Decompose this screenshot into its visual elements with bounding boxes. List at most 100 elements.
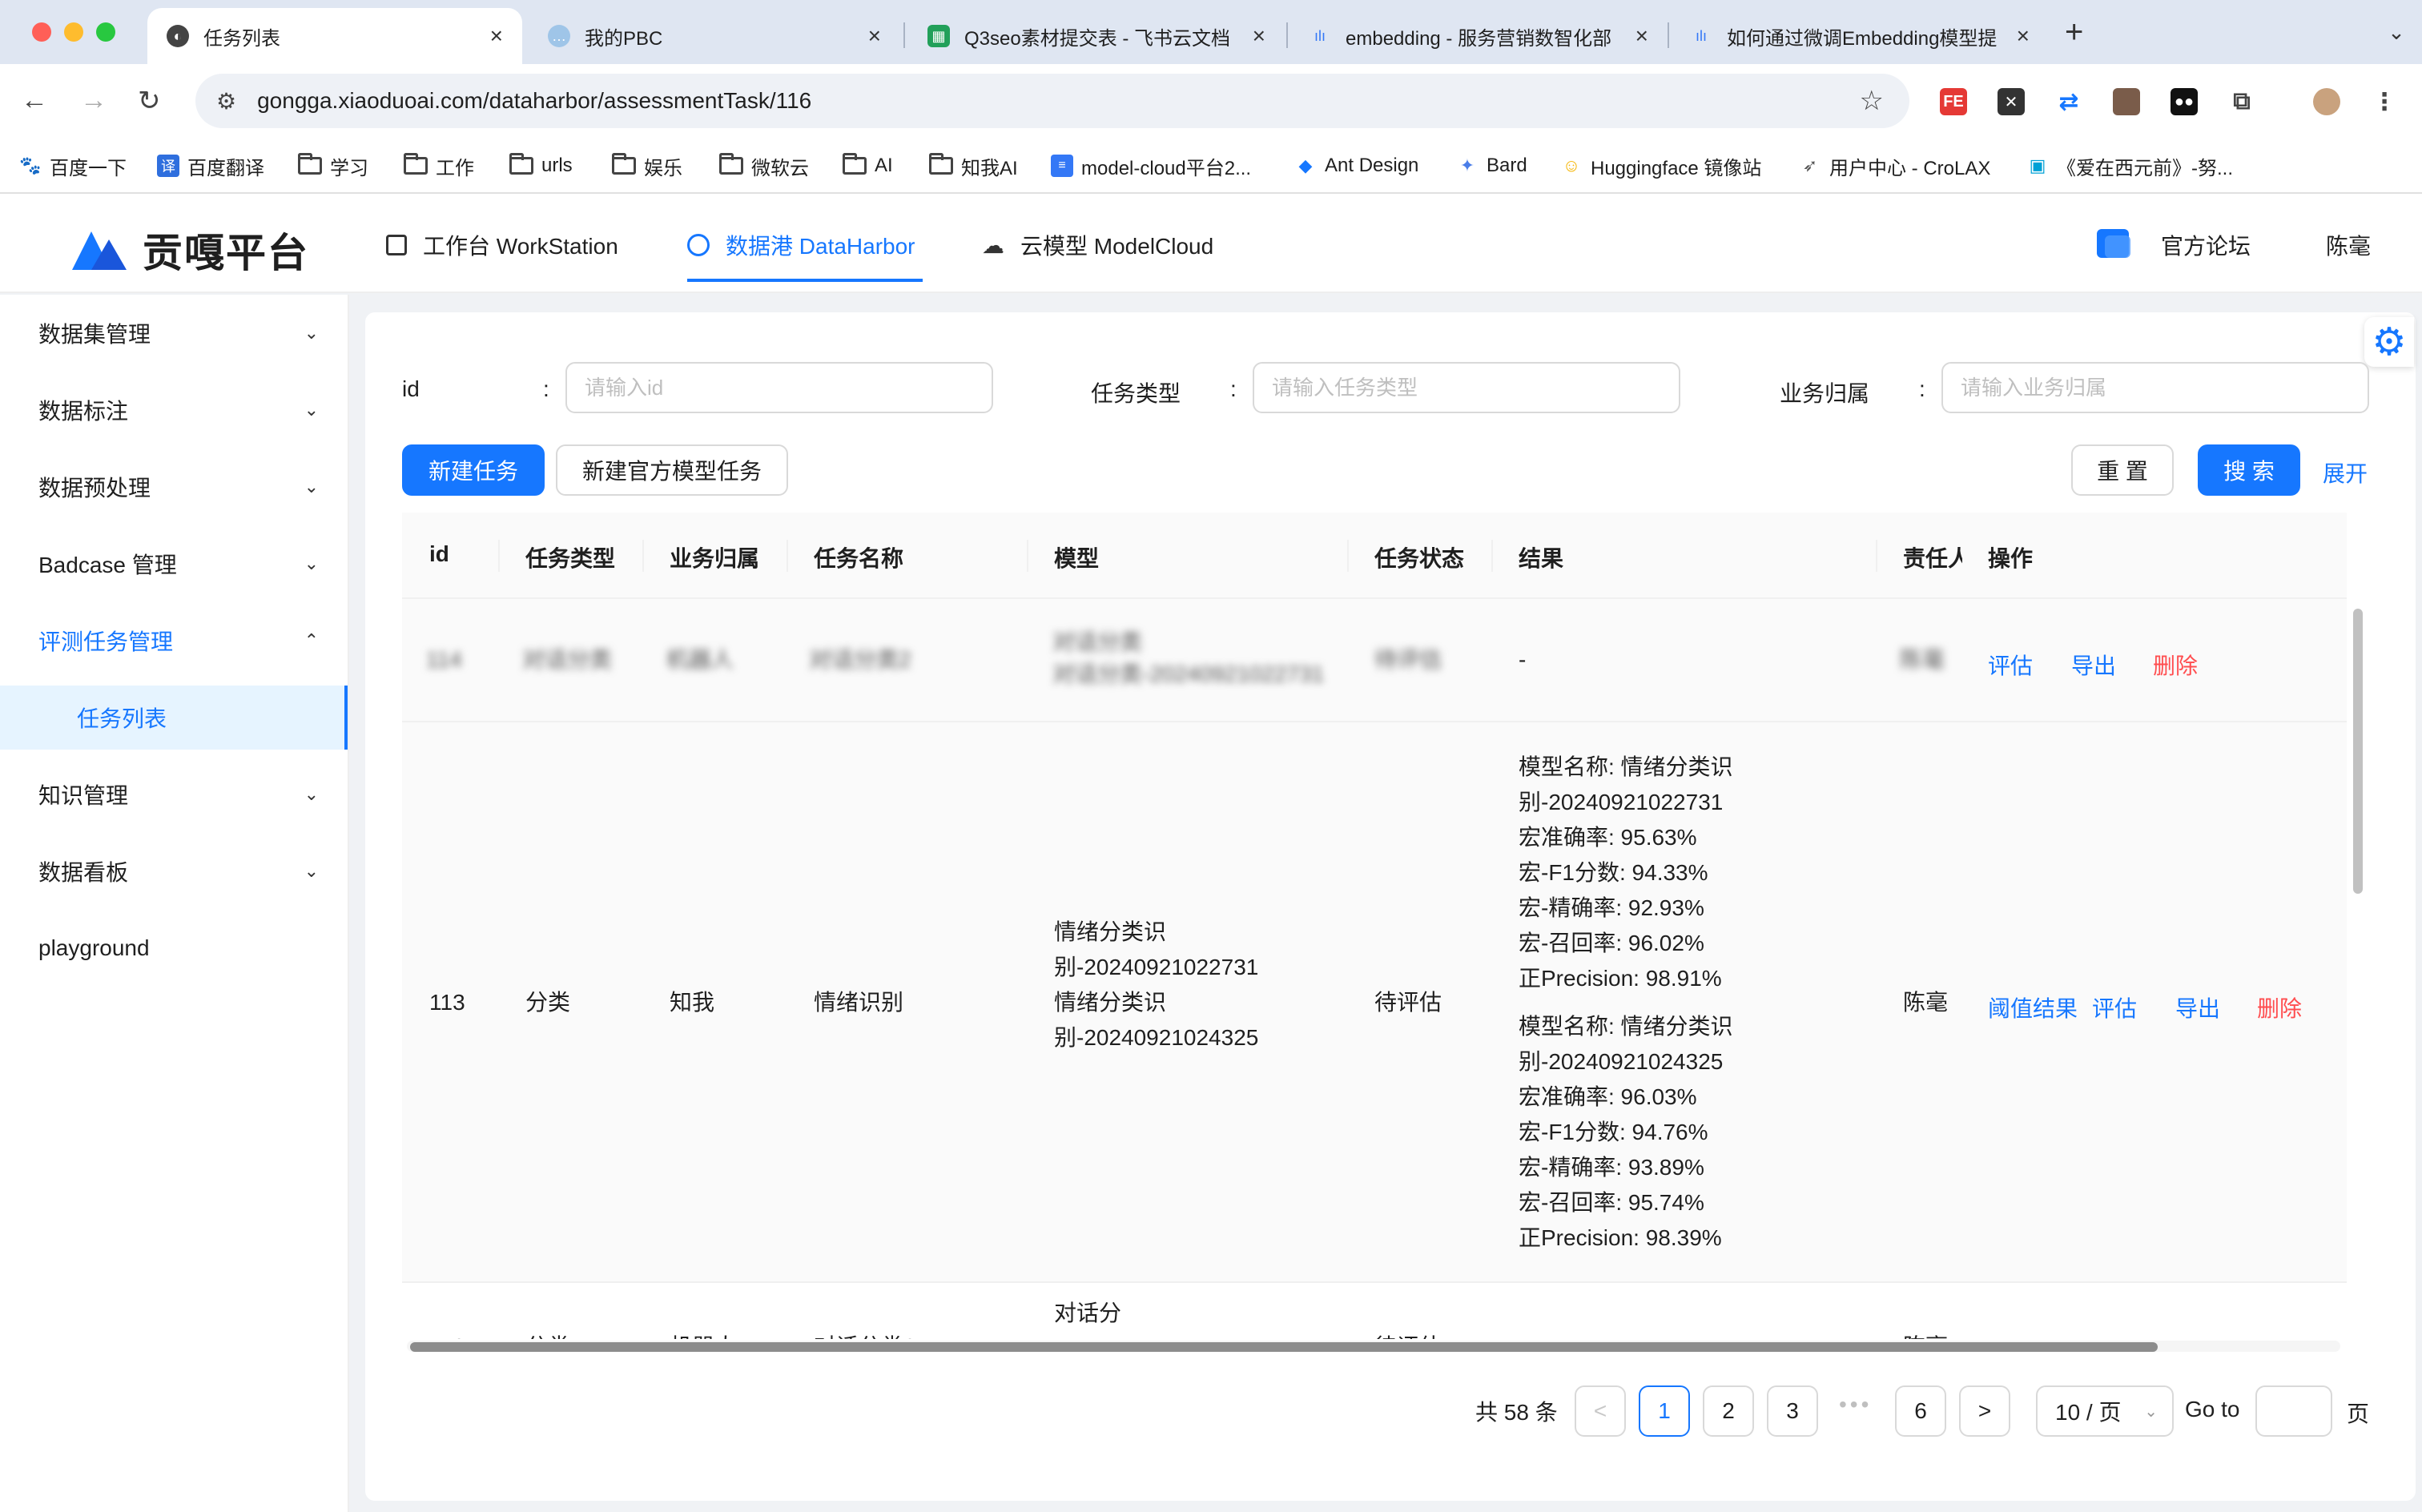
column-header[interactable]: 任务状态 xyxy=(1374,541,1464,573)
export-link[interactable]: 导出 xyxy=(2071,649,2116,681)
bookmark-folder[interactable]: 微软云 xyxy=(719,151,809,181)
column-header[interactable]: 结果 xyxy=(1519,541,1563,573)
page-1-button[interactable]: 1 xyxy=(1639,1385,1690,1437)
bookmark-item[interactable]: ➶ 用户中心 - CroLAX xyxy=(1799,151,1991,181)
sidebar-item-knowledge[interactable]: 知识管理 ⌄ xyxy=(0,756,348,833)
forward-icon[interactable]: → xyxy=(80,85,107,116)
table-vertical-scrollbar[interactable] xyxy=(2353,609,2363,894)
close-window-button[interactable] xyxy=(32,22,51,42)
site-info-icon[interactable]: ⚙ xyxy=(216,88,236,115)
back-icon[interactable]: ← xyxy=(21,85,48,116)
new-official-model-task-button[interactable]: 新建官方模型任务 xyxy=(556,444,788,496)
export-link[interactable]: 导出 xyxy=(2175,991,2220,1023)
page-3-button[interactable]: 3 xyxy=(1767,1385,1818,1437)
delete-link[interactable]: 删除 xyxy=(2257,991,2302,1023)
close-tab-icon[interactable]: × xyxy=(490,23,503,49)
browser-tab-active[interactable]: ◐ 任务列表 × xyxy=(147,8,522,64)
search-button[interactable]: 搜 索 xyxy=(2198,444,2300,496)
settings-gear-icon[interactable]: ⚙ xyxy=(2364,317,2414,367)
bookmark-item[interactable]: ✦ Bard xyxy=(1456,151,1527,181)
goto-page-input[interactable] xyxy=(2255,1385,2332,1437)
prev-page-button[interactable]: < xyxy=(1575,1385,1626,1437)
tab-search-icon[interactable]: ⌄ xyxy=(2376,11,2417,53)
task-type-input[interactable] xyxy=(1253,362,1680,413)
page-size-select[interactable]: 10 / 页 ⌄ xyxy=(2036,1385,2174,1437)
new-tab-icon[interactable]: + xyxy=(2065,14,2083,50)
pagination-ellipsis[interactable]: ••• xyxy=(1839,1392,1872,1418)
bookmark-folder[interactable]: 工作 xyxy=(404,151,474,181)
export-link[interactable]: 导出 xyxy=(2071,1334,2116,1339)
column-header[interactable]: 任务名称 xyxy=(814,541,903,573)
business-input[interactable] xyxy=(1941,362,2369,413)
new-task-button[interactable]: 新建任务 xyxy=(402,444,545,496)
maximize-window-button[interactable] xyxy=(96,22,115,42)
id-input[interactable] xyxy=(565,362,993,413)
extension-x-icon[interactable]: ✕ xyxy=(1998,88,2025,115)
forum-icon[interactable] xyxy=(2097,229,2130,258)
delete-link[interactable]: 删除 xyxy=(2153,1334,2198,1339)
browser-tab[interactable]: ılı 如何通过微调Embedding模型提 × xyxy=(1671,8,2049,64)
delete-link[interactable]: 删除 xyxy=(2153,649,2198,681)
column-header[interactable]: 业务归属 xyxy=(670,541,759,573)
sidebar-item-playground[interactable]: playground xyxy=(0,910,348,987)
profile-avatar[interactable] xyxy=(2313,88,2340,115)
close-tab-icon[interactable]: × xyxy=(868,23,881,49)
expand-filters-link[interactable]: 展开 xyxy=(2323,456,2368,489)
close-tab-icon[interactable]: × xyxy=(1253,23,1265,49)
browser-tab[interactable]: … 我的PBC × xyxy=(529,8,900,64)
bookmark-item[interactable]: 🐾 百度一下 xyxy=(19,151,127,181)
extensions-puzzle-icon[interactable]: ⧉ xyxy=(2228,88,2255,115)
browser-tab[interactable]: ılı embedding - 服务营销数智化部 × xyxy=(1289,8,1668,64)
sidebar-item-badcase[interactable]: Badcase 管理 ⌄ xyxy=(0,525,348,602)
bookmark-item[interactable]: 译百度翻译 xyxy=(157,151,264,181)
column-header[interactable]: id xyxy=(429,541,449,567)
minimize-window-button[interactable] xyxy=(64,22,83,42)
close-tab-icon[interactable]: × xyxy=(2017,23,2030,49)
bookmark-folder[interactable]: 知我AI xyxy=(929,151,1018,181)
forum-link[interactable]: 官方论坛 xyxy=(2161,229,2251,261)
table-horizontal-scrollbar[interactable] xyxy=(410,1342,2158,1352)
bookmark-folder[interactable]: AI xyxy=(843,151,893,181)
evaluate-link[interactable]: 评估 xyxy=(1988,649,2033,681)
column-header[interactable]: 责任人 xyxy=(1903,541,1962,573)
browser-menu-icon[interactable]: ⋮ xyxy=(2371,88,2398,115)
column-header[interactable]: 任务类型 xyxy=(525,541,615,573)
extension-glasses-icon[interactable]: ●● xyxy=(2171,88,2198,115)
bookmark-star-icon[interactable]: ☆ xyxy=(1860,85,1884,117)
page-2-button[interactable]: 2 xyxy=(1703,1385,1754,1437)
nav-workstation[interactable]: 工作台 WorkStation xyxy=(386,229,618,261)
bars-icon: ılı xyxy=(1695,27,1707,44)
column-header[interactable]: 模型 xyxy=(1054,541,1099,573)
sidebar-item-annotation[interactable]: 数据标注 ⌄ xyxy=(0,372,348,448)
nav-modelcloud[interactable]: ☁ 云模型 ModelCloud xyxy=(982,229,1213,261)
browser-tab[interactable]: ▦ Q3seo素材提交表 - 飞书云文档 × xyxy=(908,8,1285,64)
extension-photo-icon[interactable] xyxy=(2113,88,2140,115)
sidebar-item-preprocess[interactable]: 数据预处理 ⌄ xyxy=(0,448,348,525)
extension-sync-icon[interactable]: ⇄ xyxy=(2055,88,2082,115)
bookmark-folder[interactable]: 娱乐 xyxy=(612,151,682,181)
bookmark-item[interactable]: ▣ 《爱在西元前》-努... xyxy=(2026,151,2233,181)
page-6-button[interactable]: 6 xyxy=(1895,1385,1946,1437)
extension-fe-icon[interactable]: FE xyxy=(1940,88,1967,115)
nav-dataharbor[interactable]: 数据港 DataHarbor xyxy=(687,229,915,261)
bookmark-item[interactable]: ◆ Ant Design xyxy=(1294,151,1419,181)
user-name[interactable]: 陈毫 xyxy=(2326,229,2371,261)
bookmark-folder[interactable]: urls xyxy=(509,151,573,181)
next-page-button[interactable]: > xyxy=(1959,1385,2010,1437)
bookmark-item[interactable]: ☺ Huggingface 镜像站 xyxy=(1560,151,1762,181)
close-tab-icon[interactable]: × xyxy=(1635,23,1648,49)
bookmark-folder[interactable]: 学习 xyxy=(298,151,368,181)
sidebar-item-dataset[interactable]: 数据集管理 ⌄ xyxy=(0,295,348,372)
bookmark-item[interactable]: ≡ model-cloud平台2... xyxy=(1051,151,1251,181)
sidebar-item-eval-tasks[interactable]: 评测任务管理 ⌃ xyxy=(0,602,348,679)
app-logo[interactable]: 贡嘎平台 xyxy=(72,221,309,279)
reload-icon[interactable]: ↻ xyxy=(138,85,161,117)
sidebar-subitem-task-list[interactable]: 任务列表 xyxy=(0,686,348,750)
column-header[interactable]: 操作 xyxy=(1988,541,2033,573)
evaluate-link[interactable]: 评估 xyxy=(1988,1334,2033,1339)
evaluate-link[interactable]: 评估 xyxy=(2092,991,2137,1023)
sidebar-item-dashboard[interactable]: 数据看板 ⌄ xyxy=(0,833,348,910)
threshold-result-link[interactable]: 阈值结果 xyxy=(1988,991,2078,1023)
reset-button[interactable]: 重 置 xyxy=(2071,444,2174,496)
address-bar[interactable]: ⚙ gongga.xiaoduoai.com/dataharbor/assess… xyxy=(195,74,1909,128)
